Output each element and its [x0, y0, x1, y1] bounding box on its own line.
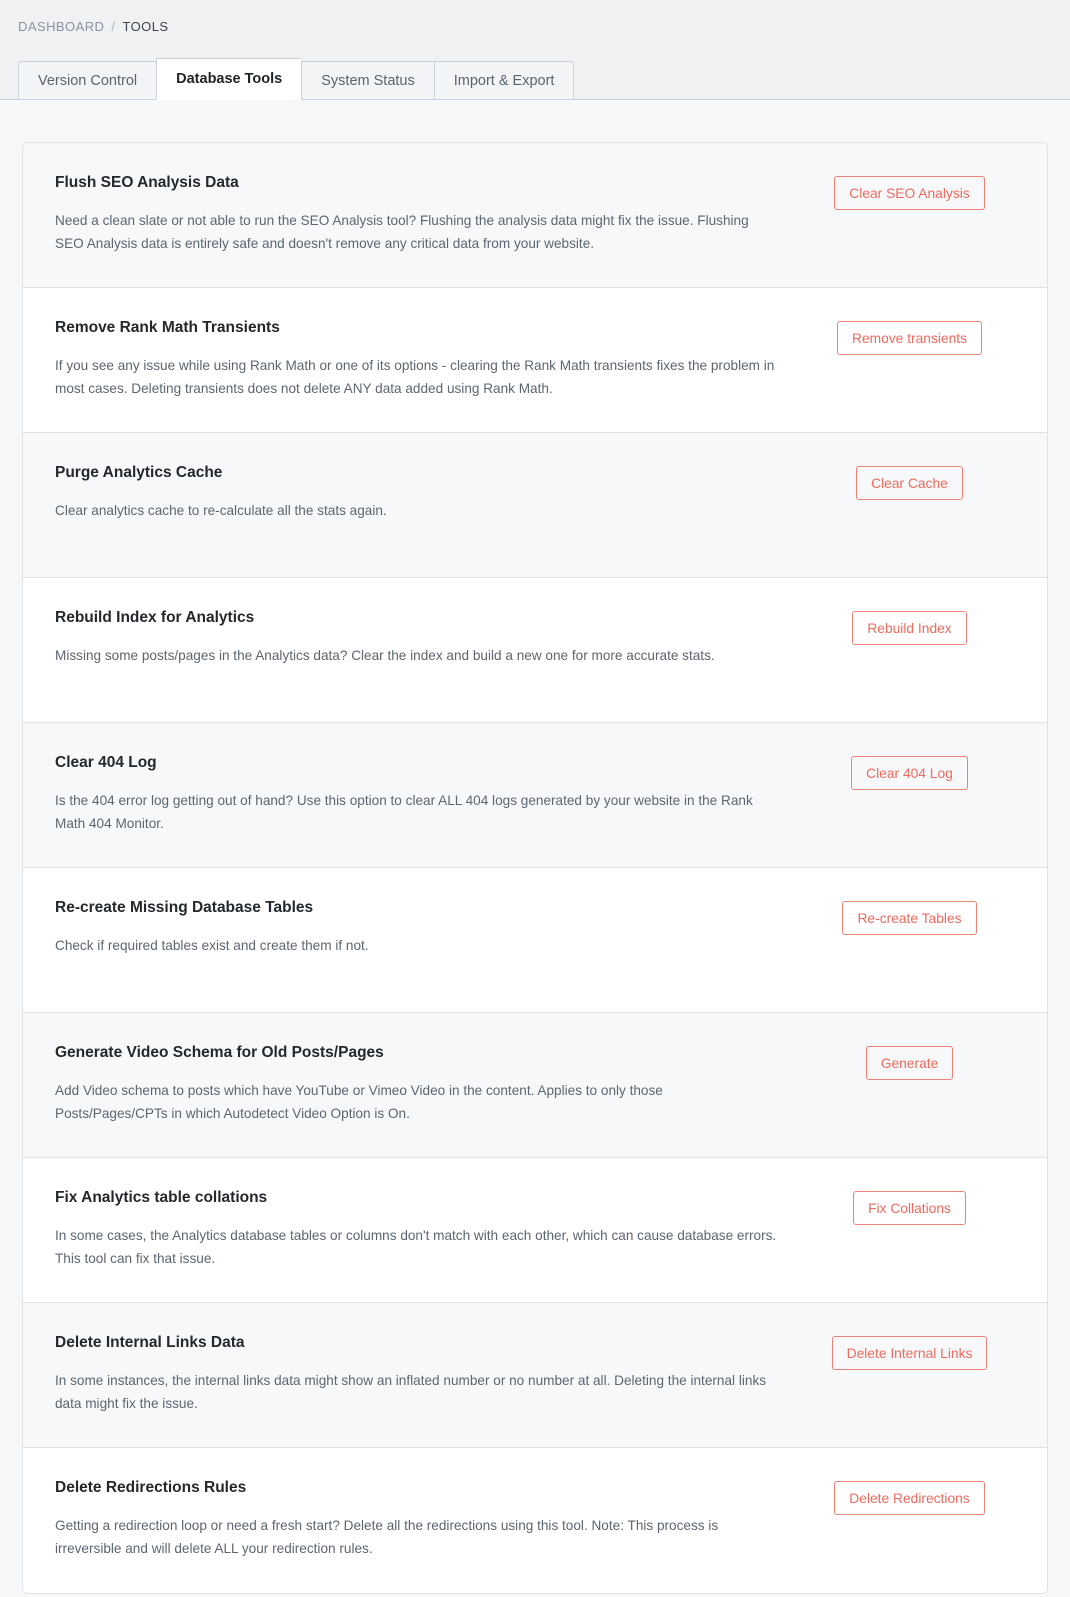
clear-seo-analysis-button[interactable]: Clear SEO Analysis	[834, 176, 985, 210]
breadcrumb: DASHBOARD / TOOLS	[18, 0, 1070, 34]
delete-redirections-button[interactable]: Delete Redirections	[834, 1481, 985, 1515]
tool-text: Flush SEO Analysis Data Need a clean sla…	[55, 173, 802, 256]
page-body: Flush SEO Analysis Data Need a clean sla…	[0, 100, 1070, 1594]
tool-title: Generate Video Schema for Old Posts/Page…	[55, 1044, 384, 1061]
tool-description: If you see any issue while using Rank Ma…	[55, 358, 775, 396]
fix-collations-button[interactable]: Fix Collations	[853, 1191, 966, 1225]
tool-title: Clear 404 Log	[55, 754, 157, 771]
tool-row: Clear 404 Log Is the 404 error log getti…	[23, 723, 1047, 868]
tool-title: Fix Analytics table collations	[55, 1189, 268, 1206]
tool-action: Remove transients	[802, 318, 1017, 355]
tool-row: Flush SEO Analysis Data Need a clean sla…	[23, 143, 1047, 288]
tool-text: Re-create Missing Database Tables Check …	[55, 898, 802, 958]
tool-description: Missing some posts/pages in the Analytic…	[55, 648, 715, 664]
tab-bar: Version Control Database Tools System St…	[18, 58, 575, 100]
tab-version-control[interactable]: Version Control	[18, 61, 157, 100]
tool-title: Flush SEO Analysis Data	[55, 174, 239, 191]
tool-description: In some cases, the Analytics database ta…	[55, 1228, 777, 1266]
delete-internal-links-button[interactable]: Delete Internal Links	[831, 1336, 988, 1370]
tool-action: Clear Cache	[802, 463, 1017, 500]
tool-title: Re-create Missing Database Tables	[55, 899, 314, 916]
tool-description: Clear analytics cache to re-calculate al…	[55, 503, 387, 519]
tool-text: Remove Rank Math Transients If you see a…	[55, 318, 802, 401]
tab-system-status[interactable]: System Status	[301, 61, 434, 100]
re-create-tables-button[interactable]: Re-create Tables	[842, 901, 977, 935]
tool-action: Re-create Tables	[802, 898, 1017, 935]
tool-row: Fix Analytics table collations In some c…	[23, 1158, 1047, 1303]
tool-text: Clear 404 Log Is the 404 error log getti…	[55, 753, 802, 836]
tool-action: Clear SEO Analysis	[802, 173, 1017, 210]
tool-action: Delete Redirections	[802, 1478, 1017, 1515]
breadcrumb-root[interactable]: DASHBOARD	[18, 19, 104, 34]
tool-text: Delete Redirections Rules Getting a redi…	[55, 1478, 802, 1561]
tool-description: Add Video schema to posts which have You…	[55, 1083, 663, 1121]
tool-title: Delete Redirections Rules	[55, 1479, 247, 1496]
clear-404-log-button[interactable]: Clear 404 Log	[851, 756, 968, 790]
tab-import-export[interactable]: Import & Export	[433, 61, 575, 100]
tool-row: Generate Video Schema for Old Posts/Page…	[23, 1013, 1047, 1158]
tool-description: In some instances, the internal links da…	[55, 1373, 767, 1411]
generate-video-schema-button[interactable]: Generate	[865, 1046, 954, 1080]
tool-action: Generate	[802, 1043, 1017, 1080]
tab-database-tools[interactable]: Database Tools	[156, 58, 302, 100]
tool-row: Delete Internal Links Data In some insta…	[23, 1303, 1047, 1448]
database-tools-card: Flush SEO Analysis Data Need a clean sla…	[22, 142, 1048, 1594]
breadcrumb-current: TOOLS	[122, 19, 169, 34]
tool-action: Fix Collations	[802, 1188, 1017, 1225]
tool-description: Is the 404 error log getting out of hand…	[55, 793, 753, 831]
tool-text: Purge Analytics Cache Clear analytics ca…	[55, 463, 802, 523]
breadcrumb-separator: /	[111, 19, 116, 34]
tool-row: Rebuild Index for Analytics Missing some…	[23, 578, 1047, 723]
tool-description: Check if required tables exist and creat…	[55, 938, 369, 954]
tool-row: Purge Analytics Cache Clear analytics ca…	[23, 433, 1047, 578]
tool-action: Clear 404 Log	[802, 753, 1017, 790]
tool-text: Fix Analytics table collations In some c…	[55, 1188, 802, 1271]
tool-title: Purge Analytics Cache	[55, 464, 223, 481]
tool-text: Rebuild Index for Analytics Missing some…	[55, 608, 802, 668]
tool-description: Getting a redirection loop or need a fre…	[55, 1518, 719, 1556]
rebuild-index-button[interactable]: Rebuild Index	[852, 611, 967, 645]
tool-row: Delete Redirections Rules Getting a redi…	[23, 1448, 1047, 1593]
clear-cache-button[interactable]: Clear Cache	[856, 466, 963, 500]
tool-title: Rebuild Index for Analytics	[55, 609, 255, 626]
tool-action: Delete Internal Links	[802, 1333, 1017, 1370]
tool-title: Delete Internal Links Data	[55, 1334, 245, 1351]
tool-text: Generate Video Schema for Old Posts/Page…	[55, 1043, 802, 1126]
tool-row: Remove Rank Math Transients If you see a…	[23, 288, 1047, 433]
tool-text: Delete Internal Links Data In some insta…	[55, 1333, 802, 1416]
tool-description: Need a clean slate or not able to run th…	[55, 213, 749, 251]
tool-row: Re-create Missing Database Tables Check …	[23, 868, 1047, 1013]
page-header: DASHBOARD / TOOLS Version Control Databa…	[0, 0, 1070, 100]
tool-title: Remove Rank Math Transients	[55, 319, 280, 336]
remove-transients-button[interactable]: Remove transients	[836, 321, 983, 355]
tool-action: Rebuild Index	[802, 608, 1017, 645]
